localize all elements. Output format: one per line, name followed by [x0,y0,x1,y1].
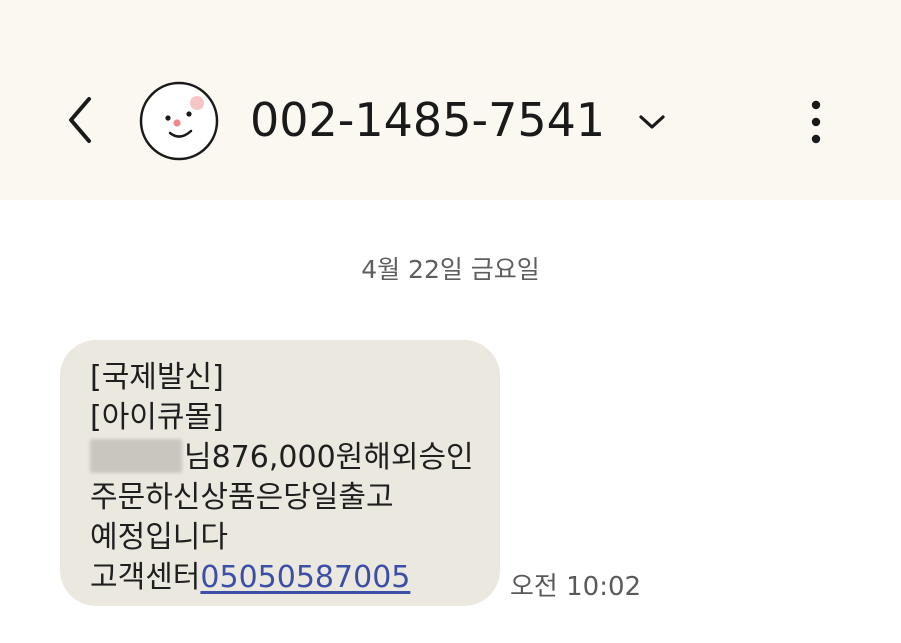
more-options-button[interactable] [796,96,836,148]
message-line: [아이큐몰] [90,400,224,435]
chevron-down-icon [639,115,665,129]
message-bubble[interactable]: [국제발신] [아이큐몰] 님876,000원해외승인 주문하신상품은당일출고 … [60,340,500,606]
message-line: [국제발신] [90,360,224,395]
message-line: 고객센터05050587005 [90,558,472,598]
message-text: 고객센터 [90,560,201,595]
date-separator: 4월 22일 금요일 [361,255,540,284]
message-timestamp: 오전 10:02 [510,572,642,602]
phone-number-link[interactable]: 05050587005 [200,560,410,595]
conversation-header: 002-1485-7541 [0,0,901,200]
contact-avatar[interactable] [139,81,219,161]
message-line: 님876,000원해외승인 [90,438,474,478]
back-button[interactable] [52,92,108,148]
message-text: 님876,000원해외승인 [184,440,474,475]
contact-dropdown-button[interactable] [634,104,670,140]
more-vertical-icon [811,100,821,144]
contact-number[interactable]: 002-1485-7541 [250,88,605,152]
message-line: 주문하신상품은당일출고 [90,480,394,515]
smiley-face-avatar [139,81,219,161]
redacted-name [90,439,182,473]
message-line: 예정입니다 [90,520,228,555]
chevron-left-icon [69,97,91,143]
